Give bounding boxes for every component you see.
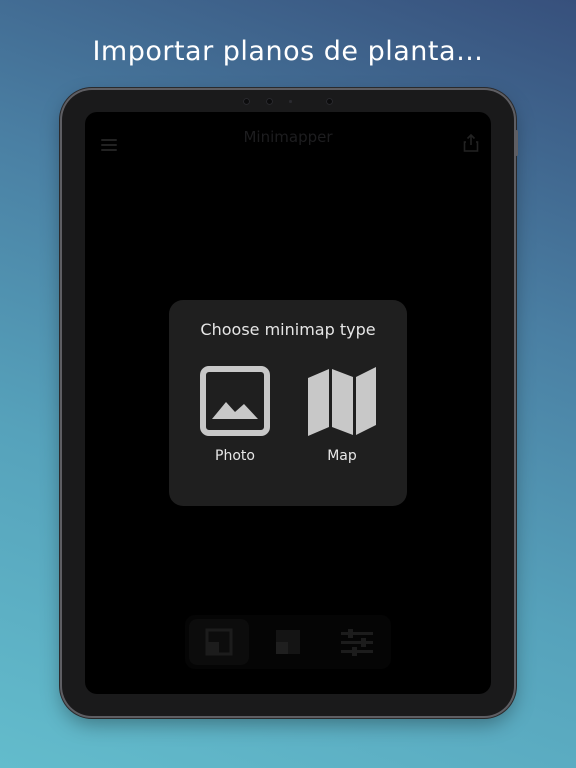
tablet-device-frame: Minimapper Choose minimap type Photo Map [62, 90, 518, 716]
app-title: Minimapper [243, 128, 333, 146]
square-frame-icon [205, 628, 233, 656]
map-icon [308, 367, 376, 436]
square-frame-icon [276, 630, 300, 654]
hamburger-menu-icon[interactable] [101, 139, 117, 151]
sliders-icon [341, 629, 373, 656]
sensor-icon [288, 99, 292, 103]
camera-icon [326, 97, 333, 105]
map-option-button[interactable]: Map [297, 366, 387, 476]
bottom-toolbar [185, 615, 391, 669]
dialog-title: Choose minimap type [200, 320, 376, 339]
promo-headline: Importar planos de planta… [92, 36, 484, 67]
map-option-label: Map [327, 448, 357, 464]
toolbar-button-layout[interactable] [258, 619, 318, 665]
minimap-type-dialog: Choose minimap type Photo Map [169, 300, 407, 506]
photo-option-label: Photo [215, 448, 255, 464]
photo-option-button[interactable]: Photo [190, 366, 280, 476]
camera-sensor-bar [243, 96, 333, 106]
toolbar-button-minimap[interactable] [189, 619, 249, 665]
photo-icon [200, 366, 270, 436]
sensor-icon [265, 97, 273, 105]
navigation-bar: Minimapper [85, 112, 491, 162]
sensor-icon [243, 97, 250, 105]
share-icon[interactable] [463, 133, 479, 152]
side-button [515, 130, 518, 156]
app-screen: Minimapper Choose minimap type Photo Map [85, 112, 491, 694]
toolbar-button-settings[interactable] [327, 619, 387, 665]
